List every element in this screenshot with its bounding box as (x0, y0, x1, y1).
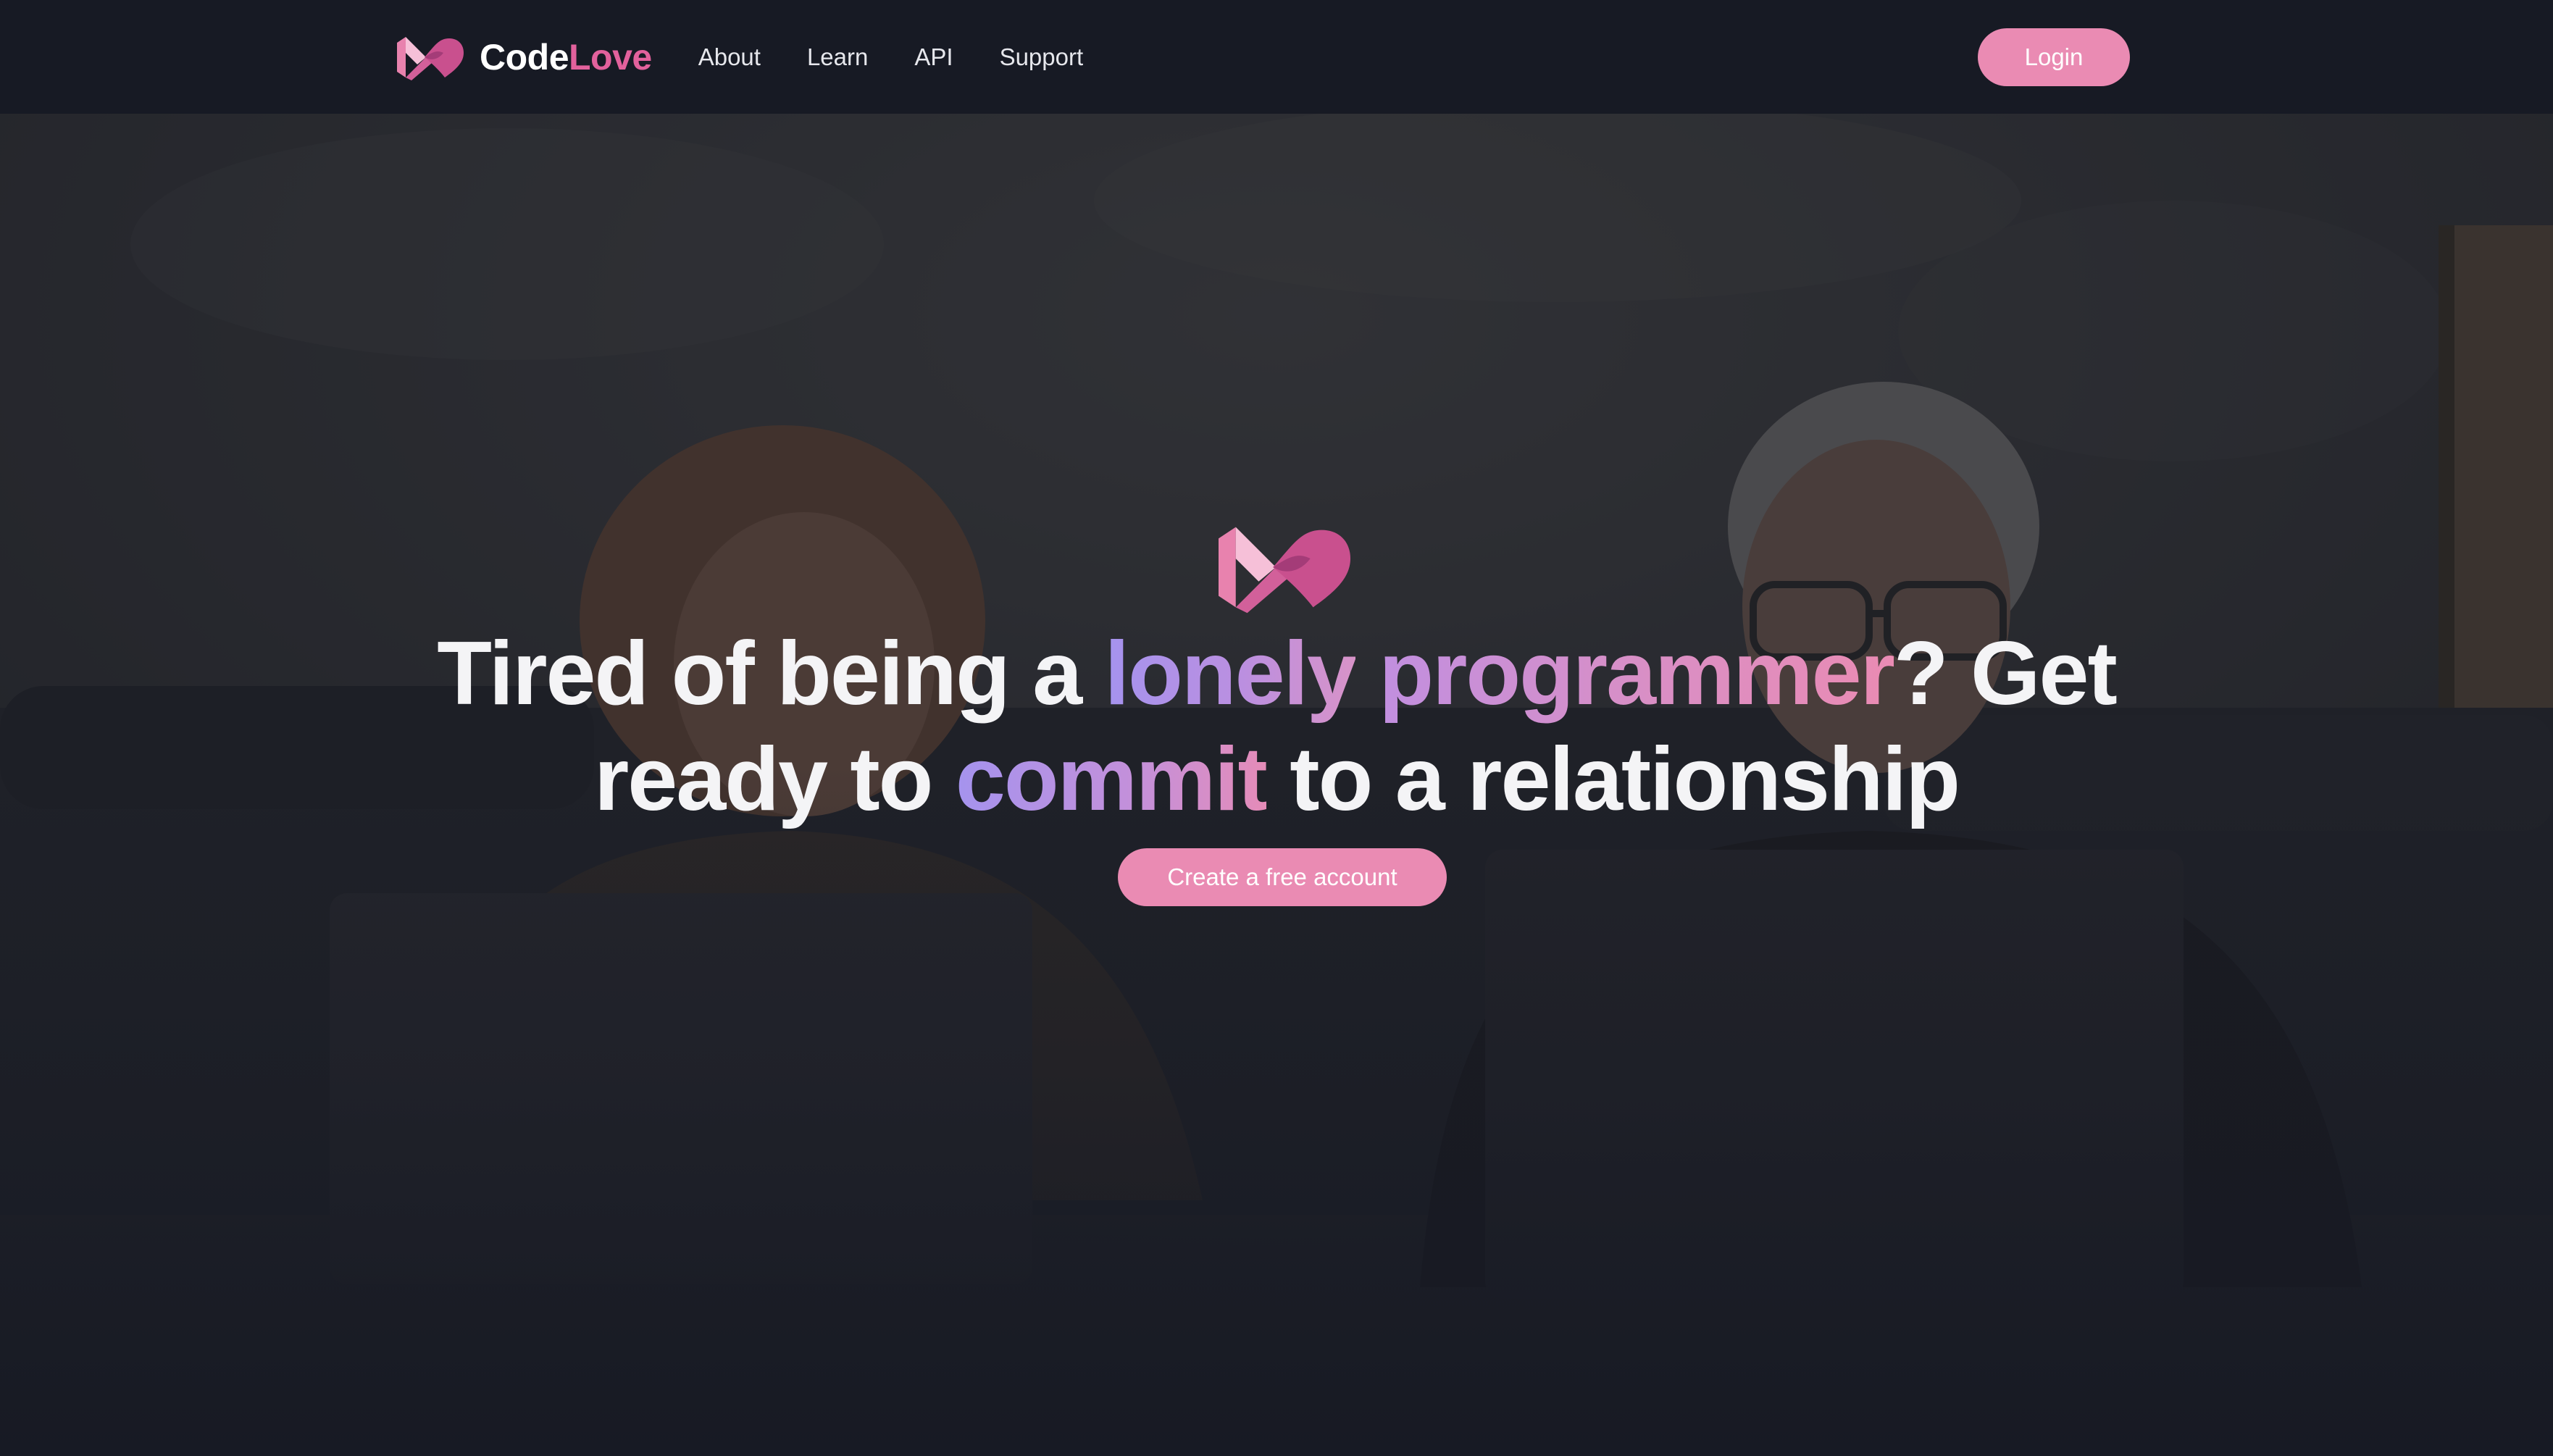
headline-highlight-commit: commit (955, 729, 1268, 829)
nav-link-api[interactable]: API (914, 45, 953, 69)
nav-link-about[interactable]: About (698, 45, 761, 69)
codelove-logo-icon (397, 36, 464, 80)
nav-link-support[interactable]: Support (1000, 45, 1084, 69)
brand-home-link[interactable]: CodeLove (397, 34, 652, 80)
headline-text-1: Tired of being a (437, 624, 1105, 724)
hero-content: Tired of being a lonely programmer? Get r… (0, 114, 2553, 1456)
nav-link-learn[interactable]: Learn (807, 45, 868, 69)
codelove-logo-icon (1219, 527, 1350, 614)
navbar-inner: CodeLove About Learn API Support Login (397, 0, 2130, 114)
headline-text-4: to a relationship (1266, 729, 1960, 829)
headline-highlight-lonely: lonely (1104, 624, 1357, 724)
top-navbar: CodeLove About Learn API Support Login (0, 0, 2553, 114)
headline-space (1355, 624, 1379, 724)
brand-name-code: Code (480, 36, 569, 78)
brand-name-love: Love (569, 36, 652, 78)
headline-text-2: ? Get (1893, 624, 2118, 724)
hero-section: Tired of being a lonely programmer? Get r… (0, 114, 2553, 1456)
brand-name: CodeLove (480, 39, 652, 75)
primary-nav: About Learn API Support (698, 45, 1083, 69)
create-account-button[interactable]: Create a free account (1118, 848, 1447, 906)
headline-text-3: ready to (594, 729, 956, 829)
login-button[interactable]: Login (1978, 28, 2130, 86)
hero-headline: Tired of being a lonely programmer? Get r… (335, 621, 2218, 832)
headline-highlight-programmer: programmer (1379, 624, 1894, 724)
